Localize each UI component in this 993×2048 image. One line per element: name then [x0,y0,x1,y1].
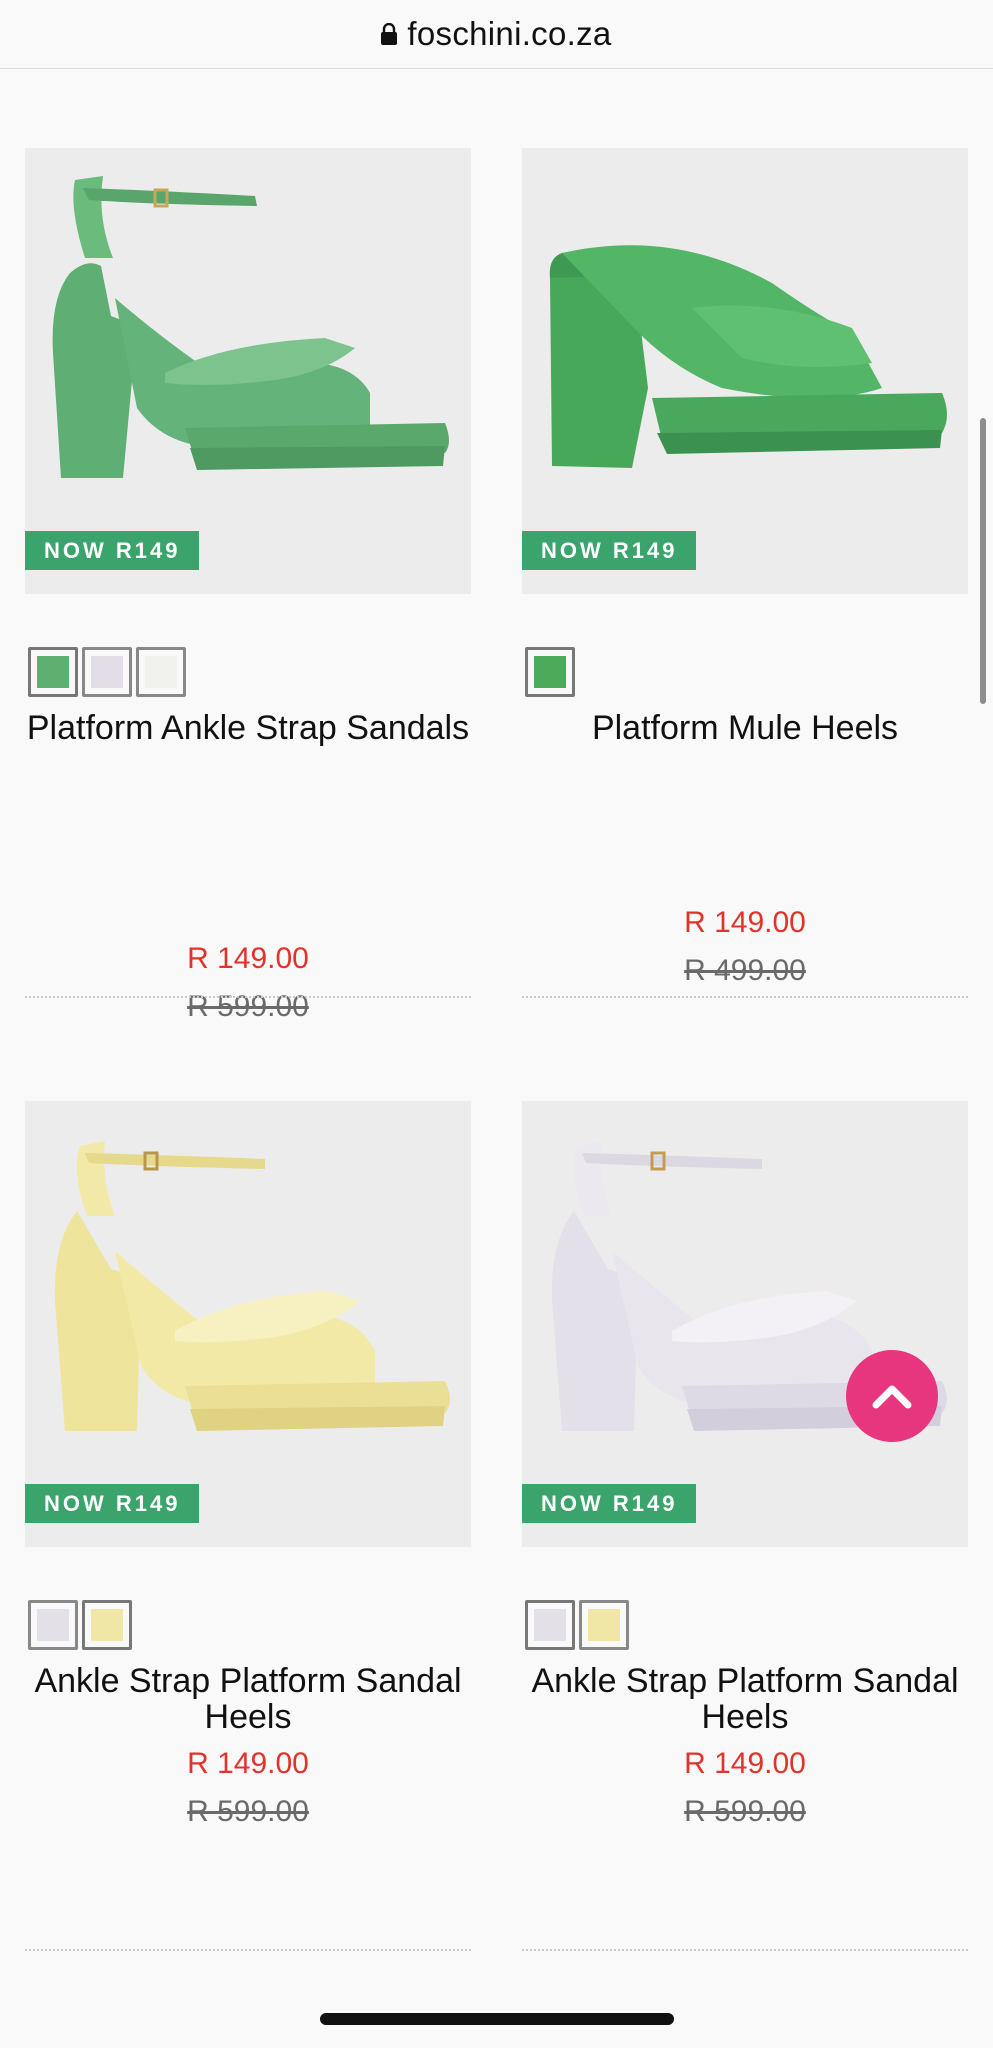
scroll-to-top-button[interactable] [846,1350,938,1442]
sale-badge: NOW R149 [25,531,200,570]
color-swatch[interactable] [28,647,78,697]
browser-domain: foschini.co.za [407,15,612,52]
color-swatch[interactable] [525,647,575,697]
color-swatch[interactable] [136,647,186,697]
scrollbar[interactable] [980,418,986,704]
browser-url-bar[interactable]: foschini.co.za [0,0,993,69]
product-title[interactable]: Platform Mule Heels [512,710,978,746]
sale-price: R 149.00 [684,1747,806,1780]
product-title[interactable]: Ankle Strap Platform Sandal Heels [512,1663,978,1735]
divider [522,1949,968,1951]
color-swatch[interactable] [579,1600,629,1650]
product-title[interactable]: Platform Ankle Strap Sandals [15,710,481,746]
home-indicator[interactable] [320,2013,674,2025]
divider [25,996,471,998]
sale-badge: NOW R149 [522,531,697,570]
color-swatches [28,647,186,697]
color-swatch[interactable] [82,1600,132,1650]
product-image[interactable]: NOW R149 [522,1101,968,1547]
color-swatch[interactable] [28,1600,78,1650]
chevron-up-icon [872,1385,912,1409]
product-image[interactable]: NOW R149 [522,148,968,594]
divider [25,1949,471,1951]
color-swatch[interactable] [525,1600,575,1650]
color-swatches [28,1600,132,1650]
product-image[interactable]: NOW R149 [25,148,471,594]
color-swatches [525,647,575,697]
color-swatches [525,1600,629,1650]
color-swatch[interactable] [82,647,132,697]
sale-price: R 149.00 [187,1747,309,1780]
product-image[interactable]: NOW R149 [25,1101,471,1547]
divider [522,996,968,998]
sale-price: R 149.00 [684,906,806,939]
original-price: R 599.00 [187,1795,309,1828]
product-title[interactable]: Ankle Strap Platform Sandal Heels [15,1663,481,1735]
sale-badge: NOW R149 [522,1484,697,1523]
original-price: R 499.00 [684,954,806,987]
sale-price: R 149.00 [187,942,309,975]
lock-icon [381,23,398,45]
sale-badge: NOW R149 [25,1484,200,1523]
original-price: R 599.00 [684,1795,806,1828]
